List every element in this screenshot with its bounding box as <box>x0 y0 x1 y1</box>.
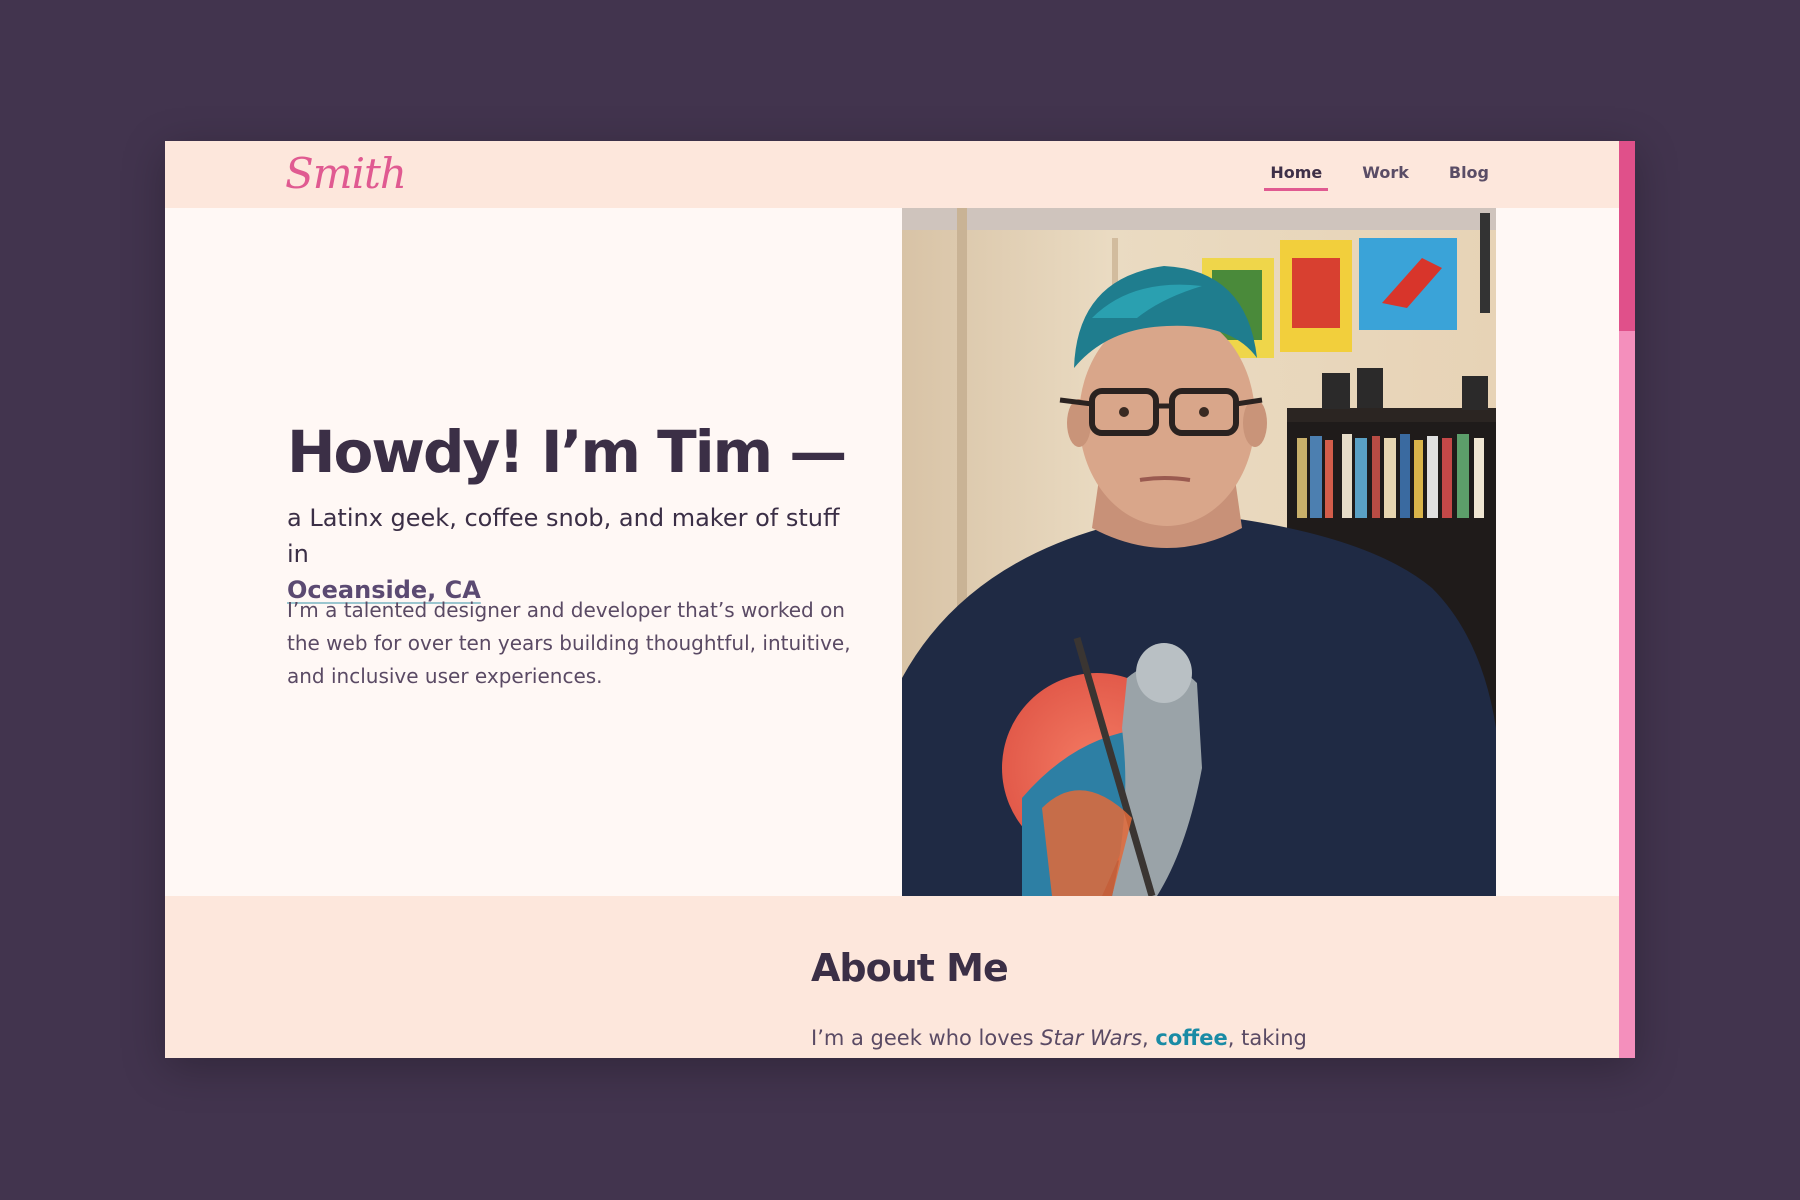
hero-subline: a Latinx geek, coffee snob, and maker of… <box>287 500 847 608</box>
nav-home-link[interactable]: Home <box>1264 163 1329 191</box>
about-text-starwars: Star Wars <box>1040 1026 1143 1050</box>
nav-work-link[interactable]: Work <box>1356 163 1415 191</box>
profile-photo <box>902 208 1496 896</box>
hero-intro: Howdy! I’m Tim — a Latinx geek, coffee s… <box>165 208 902 896</box>
about-text-start: I’m a geek who loves <box>811 1026 1041 1050</box>
hero-description: I’m a talented designer and developer th… <box>287 598 851 688</box>
hero-subline-text: a Latinx geek, coffee snob, and maker of… <box>287 504 840 568</box>
about-section: About Me I’m a geek who loves Star Wars,… <box>165 896 1619 1058</box>
main-nav: Home Work Blog <box>1264 163 1495 191</box>
site-header: Smith Home Work Blog <box>165 141 1619 208</box>
about-heading: About Me <box>811 946 1009 990</box>
nav-blog-link[interactable]: Blog <box>1443 163 1495 191</box>
about-text-end: , taking <box>1227 1026 1307 1050</box>
scrollbar-thumb[interactable] <box>1619 141 1635 331</box>
hero-headline: Howdy! I’m Tim — <box>287 418 847 486</box>
site-logo[interactable]: Smith <box>285 149 407 198</box>
scrollbar-track[interactable] <box>1619 141 1635 1058</box>
coffee-link[interactable]: coffee <box>1155 1026 1227 1050</box>
about-text-comma: , <box>1142 1026 1156 1050</box>
profile-photo-illustration <box>902 208 1496 896</box>
browser-window: Smith Home Work Blog Howdy! I’m Tim — a … <box>165 141 1635 1058</box>
about-text: I’m a geek who loves Star Wars, coffee, … <box>811 1026 1307 1050</box>
